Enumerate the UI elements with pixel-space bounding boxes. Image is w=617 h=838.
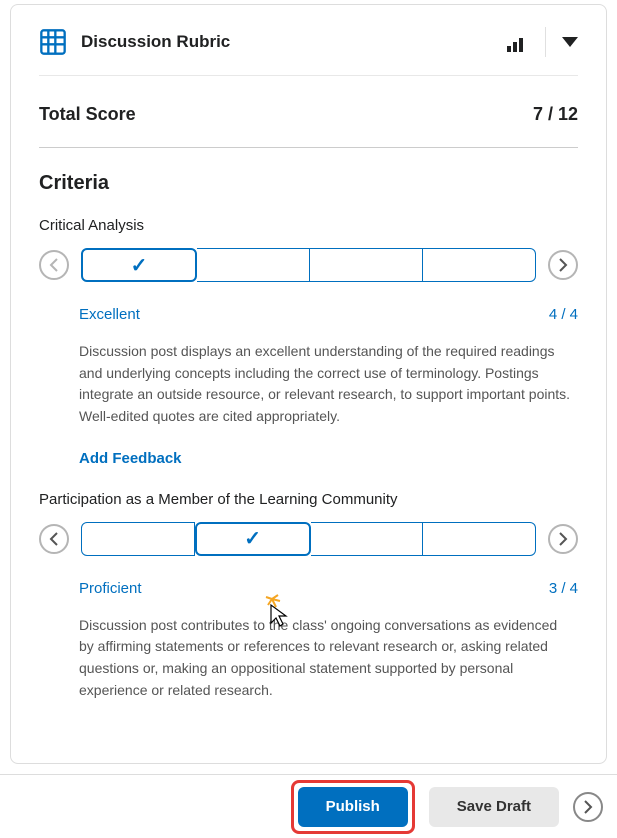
prev-level-button[interactable] [39, 524, 69, 554]
next-level-button[interactable] [548, 524, 578, 554]
check-icon: ✓ [131, 253, 148, 278]
total-score-label: Total Score [39, 104, 136, 125]
level-cell[interactable]: ✓ [195, 522, 311, 556]
level-score: 3 / 4 [549, 580, 578, 597]
level-cell[interactable]: ✓ [81, 248, 197, 282]
footer-bar: Publish Save Draft [0, 774, 617, 838]
save-draft-button[interactable]: Save Draft [429, 787, 559, 827]
level-selector-row: ✓ [39, 522, 578, 556]
next-page-button[interactable] [573, 792, 603, 822]
publish-button[interactable]: Publish [298, 787, 408, 827]
level-description: Discussion post displays an excellent un… [79, 341, 578, 428]
criterion-title: Critical Analysis [39, 199, 578, 248]
collapse-icon[interactable] [562, 37, 578, 47]
divider [545, 27, 546, 57]
rubric-header: Discussion Rubric [39, 27, 578, 76]
criteria-heading: Criteria [39, 148, 578, 199]
level-score: 4 / 4 [549, 306, 578, 323]
level-cell[interactable] [310, 248, 423, 282]
stats-icon[interactable] [507, 32, 527, 52]
criterion-detail: Excellent 4 / 4 Discussion post displays… [39, 282, 578, 473]
level-label: Excellent [79, 306, 140, 323]
level-cell[interactable] [423, 522, 536, 556]
total-score-row: Total Score 7 / 12 [39, 76, 578, 148]
level-cell[interactable] [423, 248, 536, 282]
rubric-panel: Discussion Rubric Total Score 7 / 12 Cri… [10, 4, 607, 764]
criterion-title: Participation as a Member of the Learnin… [39, 473, 578, 522]
total-score-value: 7 / 12 [533, 104, 578, 125]
level-bar: ✓ [81, 248, 536, 282]
level-cell[interactable] [81, 522, 195, 556]
next-level-button[interactable] [548, 250, 578, 280]
add-feedback-link[interactable]: Add Feedback [79, 428, 182, 473]
level-label: Proficient [79, 580, 142, 597]
publish-highlight: Publish [291, 780, 415, 834]
level-bar: ✓ [81, 522, 536, 556]
prev-level-button[interactable] [39, 250, 69, 280]
rubric-grid-icon [39, 28, 67, 56]
check-icon: ✓ [244, 526, 261, 551]
level-cell[interactable] [311, 522, 424, 556]
level-description: Discussion post contributes to the class… [79, 615, 578, 702]
level-selector-row: ✓ [39, 248, 578, 282]
level-cell[interactable] [197, 248, 310, 282]
criterion-detail: Proficient 3 / 4 Discussion post contrib… [39, 556, 578, 702]
rubric-title: Discussion Rubric [81, 32, 507, 52]
